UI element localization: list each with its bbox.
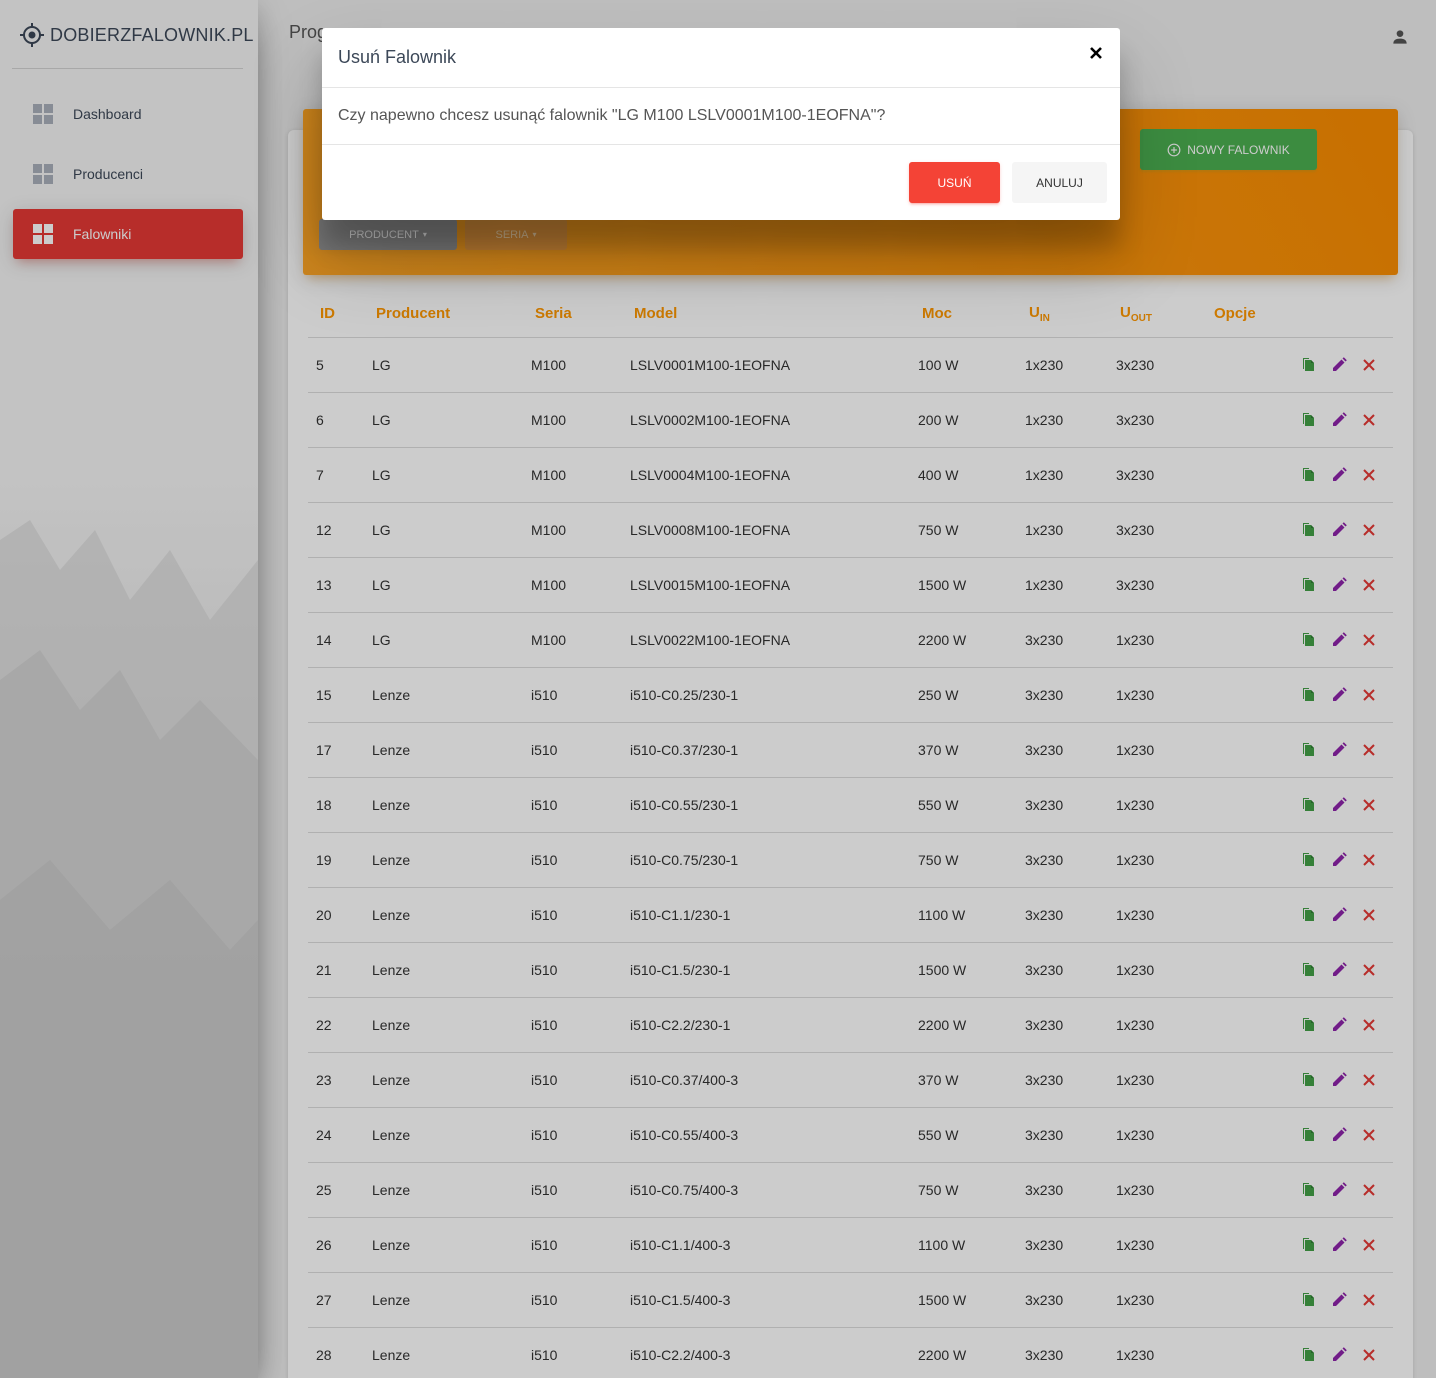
modal-footer: USUŃ ANULUJ [322, 145, 1120, 220]
modal-body: Czy napewno chcesz usunąć falownik "LG M… [322, 88, 1120, 145]
delete-inverter-modal: Usuń Falownik Czy napewno chcesz usunąć … [322, 28, 1120, 220]
cancel-button[interactable]: ANULUJ [1012, 162, 1107, 203]
modal-message: Czy napewno chcesz usunąć falownik "LG M… [338, 107, 886, 124]
close-icon[interactable] [1088, 45, 1104, 61]
modal-header: Usuń Falownik [322, 28, 1120, 88]
confirm-delete-button[interactable]: USUŃ [909, 162, 1000, 203]
modal-title: Usuń Falownik [338, 47, 457, 67]
